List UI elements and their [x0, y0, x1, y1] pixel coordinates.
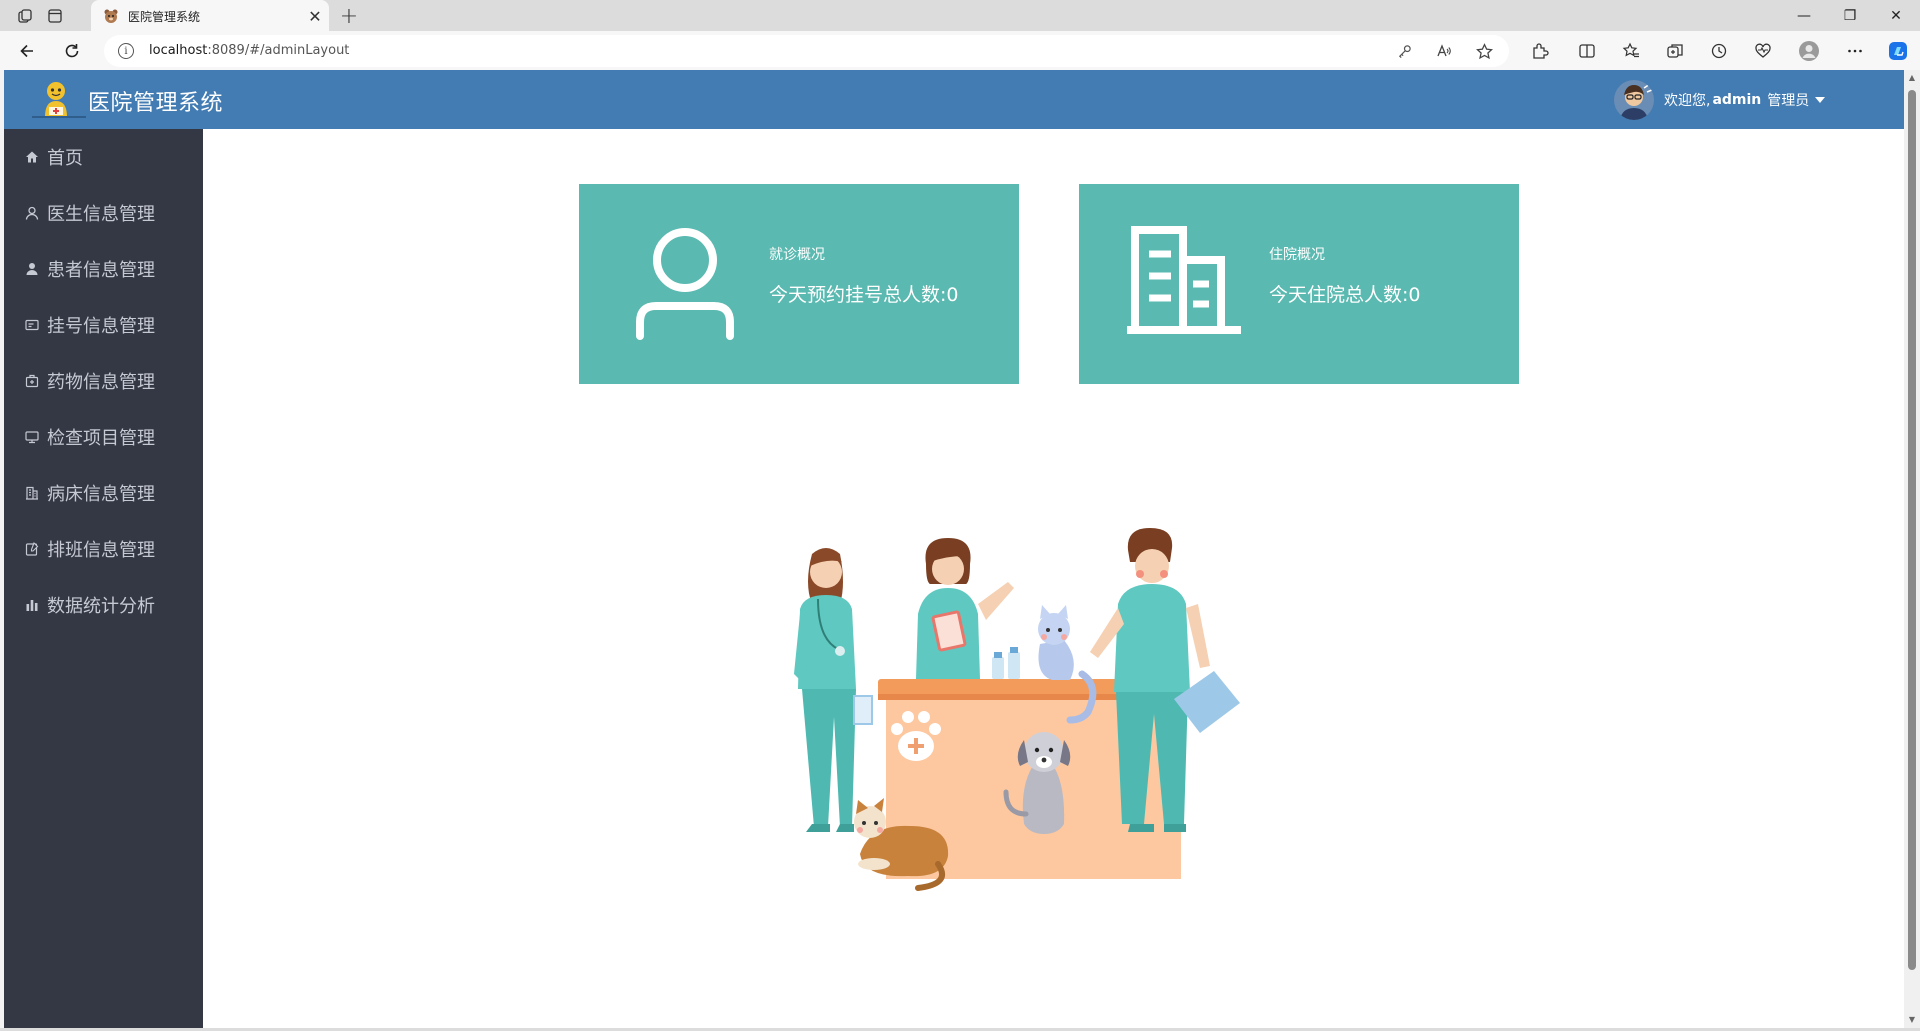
- sidebar-item-label: 患者信息管理: [47, 260, 155, 281]
- sidebar-item-home[interactable]: 首页: [4, 129, 203, 185]
- close-window-button[interactable]: ✕: [1873, 0, 1919, 31]
- system-title: 医院管理系统: [88, 91, 224, 116]
- url-host: localhost: [149, 43, 208, 58]
- avatar[interactable]: [1614, 80, 1654, 120]
- inpatient-card: 住院概况 今天住院总人数:0: [1079, 184, 1519, 384]
- history-icon[interactable]: [1706, 38, 1732, 64]
- medicine-box-icon: [25, 374, 39, 388]
- restore-button[interactable]: ❐: [1827, 0, 1873, 31]
- sidebar-item-statistics[interactable]: 数据统计分析: [4, 577, 203, 633]
- sidebar-item-label: 医生信息管理: [47, 204, 155, 225]
- hospital-logo-icon: [45, 82, 67, 117]
- outpatient-card: 就诊概况 今天预约挂号总人数:0: [579, 184, 1019, 384]
- collections-icon[interactable]: [1662, 38, 1688, 64]
- sidebar-item-schedule[interactable]: 排班信息管理: [4, 521, 203, 577]
- calendar-edit-icon: [25, 542, 39, 556]
- address-bar[interactable]: i localhost:8089/#/adminLayout: [104, 35, 1509, 67]
- building-icon: [1127, 226, 1241, 334]
- sidebar-item-label: 检查项目管理: [47, 428, 155, 449]
- site-info-icon[interactable]: i: [118, 43, 134, 59]
- user-icon: [636, 228, 734, 340]
- profile-icon[interactable]: [1796, 38, 1822, 64]
- web-page: 医院管理系统 欢迎您, admin 管理员 首页 医生信息管理 患者信息管理 挂…: [4, 70, 1904, 1028]
- extensions-icon[interactable]: [1527, 38, 1553, 64]
- card-stat: 今天预约挂号总人数:0: [769, 284, 959, 306]
- tab-title: 医院管理系统: [128, 9, 201, 24]
- split-screen-icon[interactable]: [1574, 38, 1600, 64]
- sidebar-item-label: 首页: [47, 148, 83, 169]
- read-aloud-icon[interactable]: [1434, 41, 1454, 61]
- welcome-text: 欢迎您,: [1664, 93, 1711, 109]
- tab-actions-icon[interactable]: [43, 4, 67, 28]
- new-tab-button[interactable]: +: [336, 3, 362, 29]
- card-stat: 今天住院总人数:0: [1269, 284, 1421, 306]
- favorites-icon[interactable]: [1618, 38, 1644, 64]
- user-solid-icon: [25, 262, 39, 276]
- app-header: 医院管理系统 欢迎您, admin 管理员: [4, 70, 1904, 129]
- user-menu[interactable]: 欢迎您, admin 管理员: [1614, 80, 1826, 120]
- sidebar-item-doctors[interactable]: 医生信息管理: [4, 185, 203, 241]
- sidebar-item-label: 排班信息管理: [47, 540, 155, 561]
- url-text: localhost:8089/#/adminLayout: [149, 43, 349, 58]
- browser-tab-bar: 医院管理系统 ✕ + — ❐ ✕: [0, 0, 1920, 32]
- username: admin: [1712, 92, 1762, 108]
- refresh-icon[interactable]: [59, 38, 85, 64]
- building-icon: [25, 486, 39, 500]
- back-icon[interactable]: [14, 38, 40, 64]
- sidebar-item-label: 病床信息管理: [47, 484, 155, 505]
- browser-tab[interactable]: 医院管理系统 ✕: [91, 0, 329, 32]
- chevron-down-icon[interactable]: [1815, 97, 1826, 103]
- url-path: :8089/#/adminLayout: [207, 43, 350, 58]
- home-icon: [25, 150, 39, 164]
- workspaces-icon[interactable]: [13, 4, 37, 28]
- user-outline-icon: [25, 206, 39, 220]
- sidebar-item-registration[interactable]: 挂号信息管理: [4, 297, 203, 353]
- card-heading: 住院概况: [1269, 247, 1325, 263]
- sidebar-item-label: 挂号信息管理: [47, 316, 155, 337]
- sidebar-item-label: 数据统计分析: [47, 596, 155, 617]
- favorite-star-icon[interactable]: [1474, 41, 1494, 61]
- sidebar-item-medicine[interactable]: 药物信息管理: [4, 353, 203, 409]
- browser-toolbar: i localhost:8089/#/adminLayout: [0, 31, 1920, 70]
- sidebar-item-examinations[interactable]: 检查项目管理: [4, 409, 203, 465]
- key-icon[interactable]: [1394, 41, 1414, 61]
- card-heading: 就诊概况: [769, 247, 825, 263]
- performance-icon[interactable]: [1750, 38, 1776, 64]
- sidebar-item-label: 药物信息管理: [47, 372, 155, 393]
- ticket-icon: [25, 318, 39, 332]
- main-content: 就诊概况 今天预约挂号总人数:0 住院概况 今天住院总人数:0: [203, 129, 1904, 1028]
- vet-team-illustration: [794, 528, 1240, 891]
- more-menu-icon[interactable]: [1842, 38, 1868, 64]
- tab-close-button[interactable]: ✕: [301, 2, 329, 30]
- scrollbar-thumb[interactable]: [1908, 90, 1916, 970]
- sidebar-item-patients[interactable]: 患者信息管理: [4, 241, 203, 297]
- vertical-scrollbar[interactable]: ▲ ▼: [1904, 70, 1920, 1028]
- bear-favicon-icon: [104, 9, 118, 23]
- sidebar: 首页 医生信息管理 患者信息管理 挂号信息管理 药物信息管理 检查项目管理 病床…: [4, 129, 203, 1028]
- scroll-down-icon[interactable]: ▼: [1907, 1014, 1917, 1024]
- scroll-up-icon[interactable]: ▲: [1907, 72, 1917, 82]
- logo-divider: [32, 116, 86, 118]
- user-role: 管理员: [1767, 93, 1810, 109]
- copilot-icon[interactable]: [1885, 38, 1911, 64]
- monitor-icon: [25, 430, 39, 444]
- bar-chart-icon: [25, 598, 39, 612]
- sidebar-item-beds[interactable]: 病床信息管理: [4, 465, 203, 521]
- minimize-button[interactable]: —: [1781, 0, 1827, 31]
